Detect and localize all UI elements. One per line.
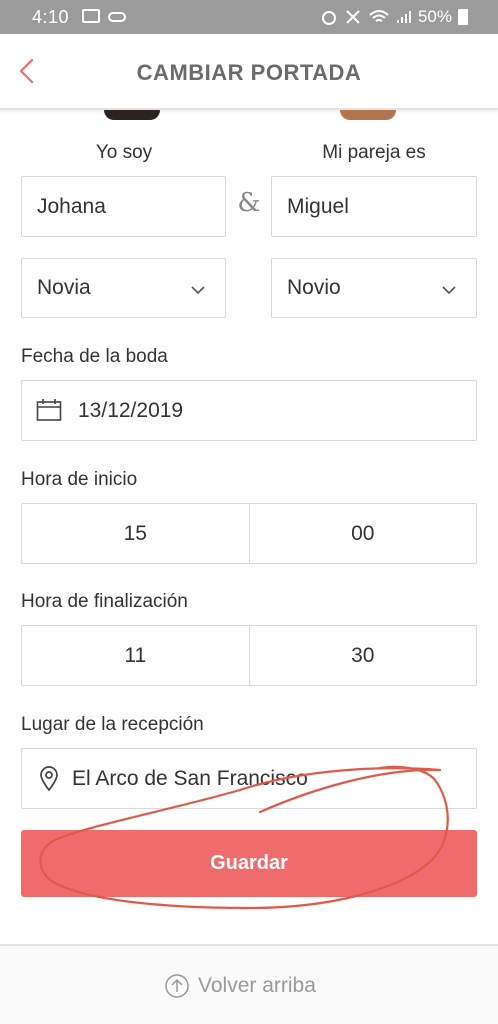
me-label: Yo soy — [95, 142, 153, 163]
partner-role-value: Novio — [287, 276, 341, 299]
app-header: CAMBIAR PORTADA — [0, 34, 498, 110]
wedding-date-value: 13/12/2019 — [78, 398, 184, 422]
end-time-label: Hora de finalización — [21, 591, 188, 612]
voicemail-icon — [108, 12, 126, 22]
signal-icon — [396, 11, 411, 23]
save-button[interactable]: Guardar — [21, 830, 477, 897]
end-time-input: 11 30 — [21, 625, 477, 686]
location-pin-icon — [40, 766, 58, 792]
partner-role-select[interactable]: Novio — [271, 258, 477, 318]
back-to-top-link[interactable]: Volver arriba — [164, 973, 316, 999]
wedding-date-label: Fecha de la boda — [21, 346, 168, 367]
status-time: 4:10 — [32, 7, 70, 27]
battery-icon — [458, 9, 468, 25]
wedding-date-input[interactable]: 13/12/2019 — [21, 380, 477, 441]
footer: Volver arriba — [0, 946, 498, 1024]
status-bar: 4:10 50% — [0, 0, 498, 34]
start-minute-field[interactable]: 00 — [248, 504, 477, 563]
my-role-value: Novia — [37, 276, 91, 299]
reception-location-input[interactable]: El Arco de San Francisco — [21, 748, 477, 809]
reception-location-value: El Arco de San Francisco — [72, 766, 308, 790]
end-minute-field[interactable]: 30 — [248, 626, 477, 685]
gallery-icon — [82, 9, 100, 23]
partner-avatar[interactable] — [340, 110, 396, 120]
wifi-icon — [369, 10, 389, 22]
save-button-label: Guardar — [210, 852, 288, 874]
my-name-value: Johana — [37, 194, 106, 218]
partner-label: Mi pareja es — [322, 142, 426, 163]
partner-name-input[interactable]: Miguel — [271, 176, 477, 237]
my-name-input[interactable]: Johana — [21, 176, 226, 237]
alarm-icon — [321, 11, 336, 25]
start-time-input: 15 00 — [21, 503, 477, 564]
start-time-label: Hora de inicio — [21, 469, 138, 490]
chevron-down-icon — [191, 286, 205, 295]
ampersand: & — [237, 188, 261, 218]
my-avatar[interactable] — [104, 110, 160, 120]
start-hour-field[interactable]: 15 — [22, 504, 249, 563]
mute-icon — [346, 10, 360, 24]
arrow-up-circle-icon — [165, 974, 189, 998]
chevron-down-icon — [442, 286, 456, 295]
calendar-icon — [36, 399, 62, 421]
partner-name-value: Miguel — [287, 194, 349, 218]
end-hour-field[interactable]: 11 — [22, 626, 249, 685]
back-to-top-label: Volver arriba — [198, 974, 316, 997]
reception-label: Lugar de la recepción — [21, 714, 204, 735]
my-role-select[interactable]: Novia — [21, 258, 226, 318]
battery-percent: 50% — [417, 7, 452, 26]
page-title: CAMBIAR PORTADA — [136, 60, 362, 85]
